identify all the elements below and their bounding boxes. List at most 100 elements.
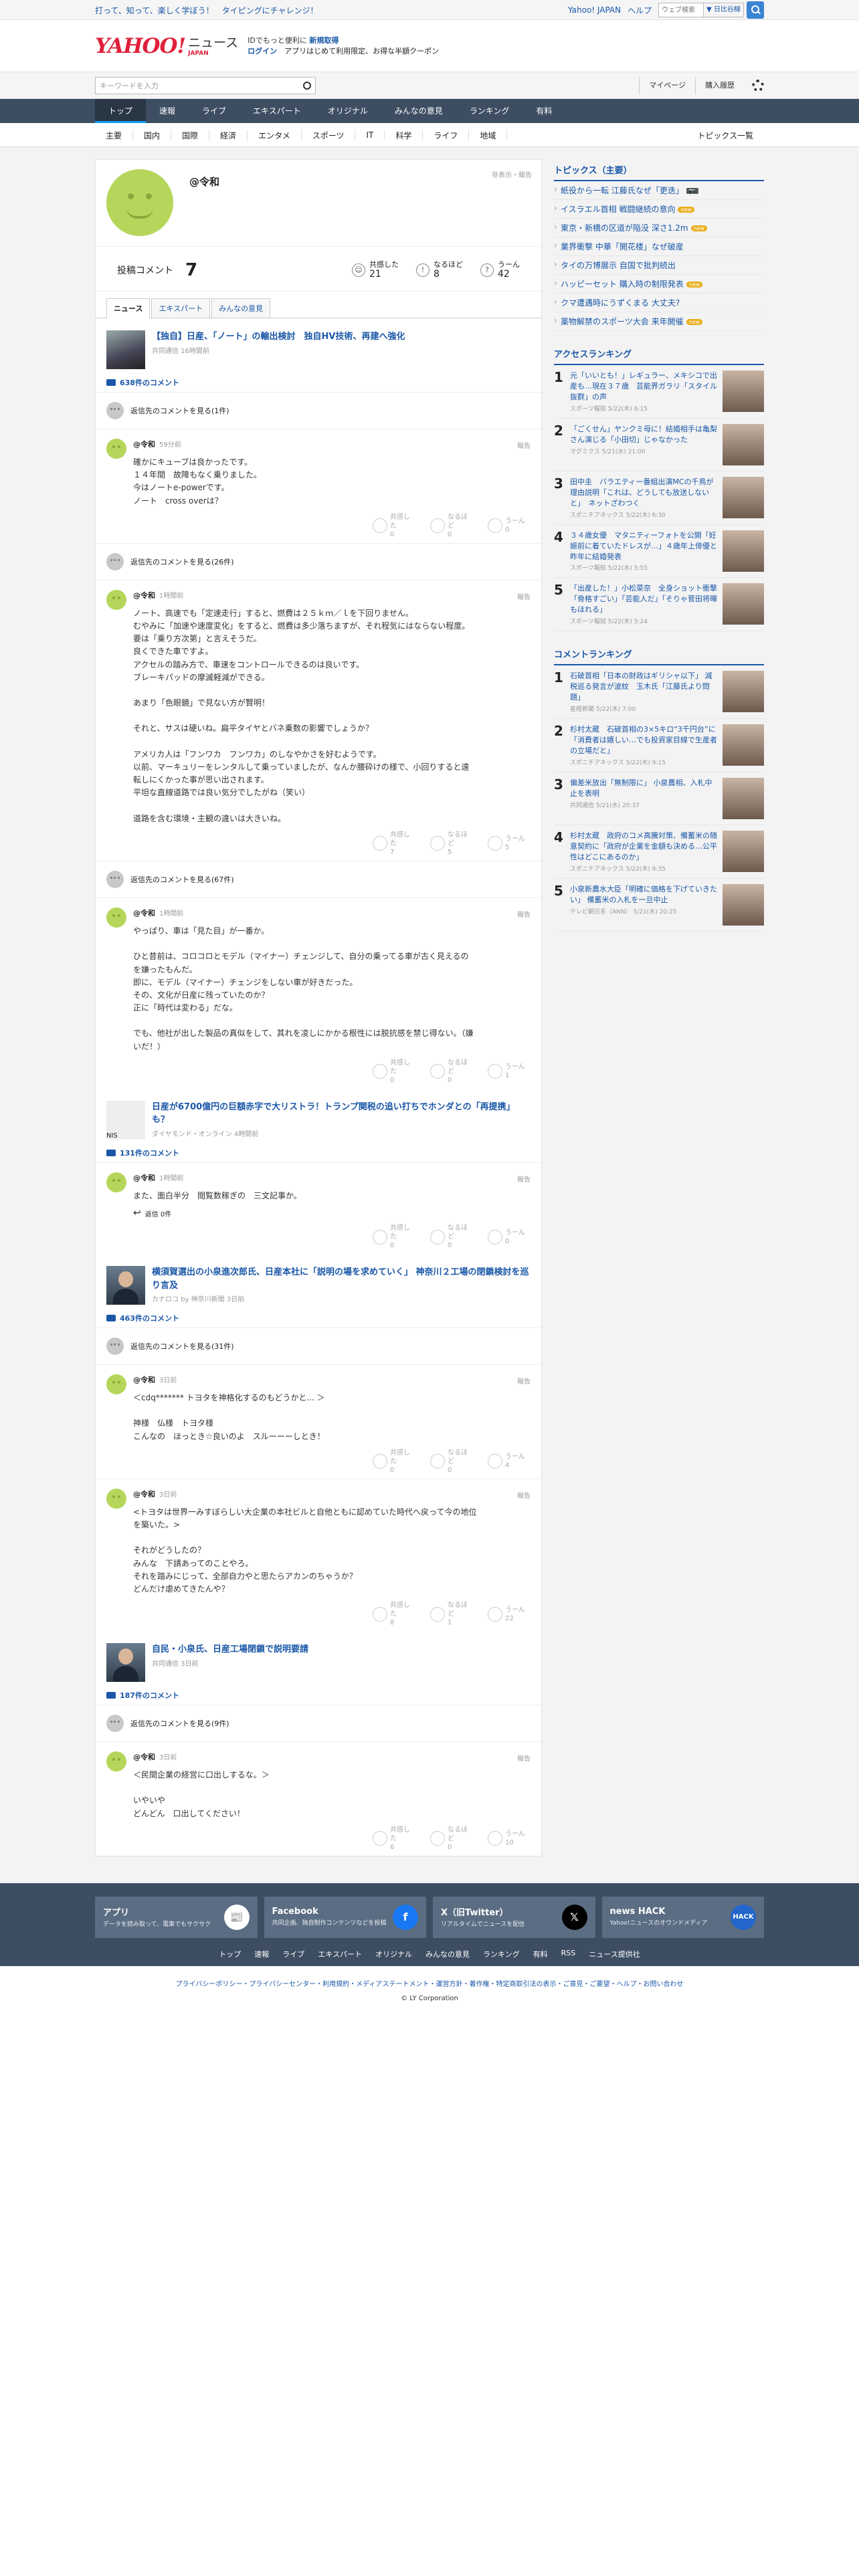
category-0[interactable]: 主要 — [95, 129, 134, 141]
ranking-title[interactable]: 「ごくせん」ヤンクミ母に！結婚相手は亀梨さん演じる「小田切」じゃなかった — [570, 424, 719, 445]
parent-comment-link[interactable]: 返信先のコメントを見る(26件) — [96, 542, 541, 580]
category-1[interactable]: 国内 — [133, 129, 172, 141]
article-title[interactable]: 自民・小泉氏、日産工場閉鎖で説明要請 — [152, 1643, 308, 1656]
nav-tab-7[interactable]: 有料 — [522, 99, 565, 123]
ranking-title[interactable]: 杉村太蔵 政府のコメ高騰対策、備蓄米の随意契約に「政府が企業を金額も決める…公平… — [570, 831, 719, 863]
hmm-button[interactable]: うーん 10 — [488, 1826, 531, 1852]
ranking-title[interactable]: 「出産した！」小松菜奈 全身ショット衝撃「骨格すごい」「芸能人だ」「そりゃ菅田将… — [570, 583, 719, 615]
footer-app-card[interactable]: X（旧Twitter） リアルタイムでニュースを配信 𝕏 — [433, 1896, 595, 1938]
ranking-title[interactable]: 田中圭 バラエティー番組出演MCの千鳥が理由説明「これは、どうしても放送しないと… — [570, 477, 719, 509]
article-card[interactable]: 横須賀選出の小泉進次郎氏、日産本社に「説明の場を求めていく」 神奈川２工場の閉鎖… — [96, 1254, 541, 1309]
topic-item[interactable]: ハッピーセット 購入時の制限発表new — [554, 275, 764, 294]
footer-link[interactable]: 有料 — [533, 1949, 548, 1959]
ranking-item[interactable]: 3 田中圭 バラエティー番組出演MCの千鳥が理由説明「これは、どうしても放送しない… — [554, 471, 764, 525]
footer-app-card[interactable]: news HACK Yahoo!ニュースのオウンドメディア HACK — [601, 1896, 764, 1938]
hmm-button[interactable]: うーん 4 — [488, 1448, 531, 1475]
keyword-search-input[interactable]: キーワードを入力 — [95, 77, 316, 94]
ranking-thumbnail[interactable] — [723, 724, 764, 766]
topics-list-link[interactable]: トピックス一覧 — [686, 130, 764, 141]
empathy-button[interactable]: 共感した 0 — [373, 1224, 415, 1250]
comment-count-link[interactable]: 463件のコメント — [96, 1309, 541, 1327]
naruhodo-button[interactable]: なるほど 0 — [430, 1826, 473, 1852]
category-6[interactable]: IT — [355, 130, 385, 140]
tab-1[interactable]: エキスパート — [151, 298, 211, 318]
report-link[interactable]: 報告 — [517, 440, 531, 450]
ranking-title[interactable]: 小泉新農水大臣「明確に価格を下げていきたい」 備蓄米の入札を一旦中止 — [570, 884, 719, 905]
category-4[interactable]: エンタメ — [248, 129, 302, 141]
parent-comment-link[interactable]: 返信先のコメントを見る(9件) — [96, 1705, 541, 1741]
ranking-item[interactable]: 4 ３４歳女優 マタニティーフォトを公開「妊娠前に着ていたドレスが…」４歳年上俳優… — [554, 525, 764, 578]
nav-tab-4[interactable]: オリジナル — [314, 99, 381, 123]
footer-app-card[interactable]: アプリ データを読み取って、電車でもサクサク 📰 — [95, 1896, 258, 1938]
empathy-button[interactable]: 共感した 8 — [373, 1601, 415, 1627]
report-link[interactable]: 報告 — [517, 1490, 531, 1500]
ranking-item[interactable]: 1 石破首相「日本の財政はギリシャ以下」 減税巡る発言が波紋 玉木氏「江藤氏より問… — [554, 665, 764, 720]
footer-link[interactable]: オリジナル — [375, 1949, 412, 1959]
purchase-history-link[interactable]: 購入履歴 — [695, 77, 744, 94]
ranking-title[interactable]: 偏差米放出「無制限に」 小泉農相、入札中止を表明 — [570, 778, 719, 799]
ranking-item[interactable]: 2 杉村太蔵 石破首相の3×5キロ“3千円台”に「消費者は嬉しい…でも投資家目線で… — [554, 719, 764, 772]
tab-0[interactable]: ニュース — [106, 298, 151, 318]
ranking-thumbnail[interactable] — [723, 883, 764, 926]
article-card[interactable]: NIS 日産が6700億円の巨額赤字で大リストラ！トランプ関税の追い打ちでホンダと… — [96, 1089, 541, 1144]
topic-item[interactable]: クマ遭遇時にうずくまる 大丈夫? — [554, 294, 764, 312]
search-icon[interactable] — [303, 82, 311, 90]
comment-count-link[interactable]: 638件のコメント — [96, 373, 541, 392]
empathy-button[interactable]: 共感した 7 — [373, 831, 415, 857]
ranking-thumbnail[interactable] — [723, 671, 764, 713]
nav-tab-5[interactable]: みんなの意見 — [381, 99, 456, 123]
parent-comment-link[interactable]: 返信先のコメントを見る(31件) — [96, 1327, 541, 1364]
parent-comment-link[interactable]: 返信先のコメントを見る(1件) — [96, 392, 541, 429]
article-card[interactable]: 【独自】日産、「ノート」の輸出検討 独自HV技術、再建へ強化 共同通信 16時間前 — [96, 318, 541, 373]
hmm-button[interactable]: うーん 0 — [488, 513, 531, 539]
ranking-thumbnail[interactable] — [723, 530, 764, 572]
nav-tab-0[interactable]: トップ — [95, 99, 147, 123]
promo-link[interactable]: 打って、知って、楽しく学ぼう！ タイピングにチャレンジ！ — [95, 5, 318, 16]
hmm-button[interactable]: うーん 5 — [488, 831, 531, 857]
nav-tab-1[interactable]: 速報 — [146, 99, 189, 123]
naruhodo-button[interactable]: なるほど 0 — [430, 1448, 473, 1475]
empathy-button[interactable]: 共感した 6 — [373, 1826, 415, 1852]
topic-item[interactable]: タイの万博展示 自国で批判続出 — [554, 256, 764, 275]
ranking-title[interactable]: 石破首相「日本の財政はギリシャ以下」 減税巡る発言が波紋 玉木氏「江藤氏より問題… — [570, 671, 719, 703]
web-search-input[interactable] — [658, 3, 704, 17]
empathy-button[interactable]: 共感した 0 — [373, 1448, 415, 1475]
topic-item[interactable]: 業界衝撃 中華「開花楼」なぜ破産 — [554, 237, 764, 256]
ranking-title[interactable]: 杉村太蔵 石破首相の3×5キロ“3千円台”に「消費者は嬉しい…でも投資家目線で生… — [570, 724, 719, 756]
naruhodo-button[interactable]: なるほど 5 — [430, 831, 473, 857]
mypage-link[interactable]: マイページ — [639, 77, 695, 94]
article-thumbnail[interactable] — [106, 1266, 145, 1305]
footer-app-card[interactable]: Facebook 共同企画、独自制作コンテンツなどを投稿 f — [264, 1896, 426, 1938]
category-7[interactable]: 科学 — [385, 129, 423, 141]
nav-tab-6[interactable]: ランキング — [456, 99, 523, 123]
naruhodo-button[interactable]: なるほど 0 — [430, 1059, 473, 1085]
search-selector[interactable]: ▼ 日比谷線 — [704, 3, 744, 17]
category-9[interactable]: 地域 — [469, 129, 508, 141]
topic-item[interactable]: 東京・新橋の区道が陥没 深さ1.2mnew — [554, 219, 764, 237]
nav-tab-2[interactable]: ライブ — [189, 99, 240, 123]
category-3[interactable]: 経済 — [209, 129, 248, 141]
gear-icon[interactable] — [752, 80, 764, 92]
ranking-item[interactable]: 2 「ごくせん」ヤンクミ母に！結婚相手は亀梨さん演じる「小田切」じゃなかった マグミ… — [554, 419, 764, 471]
hmm-button[interactable]: うーん 1 — [488, 1059, 531, 1085]
naruhodo-button[interactable]: なるほど 1 — [430, 1601, 473, 1627]
yahoo-news-logo[interactable]: YAHOO! ニュース JAPAN — [95, 35, 238, 57]
footer-link[interactable]: 速報 — [254, 1949, 269, 1959]
article-thumbnail[interactable] — [106, 330, 145, 369]
nav-tab-3[interactable]: エキスパート — [240, 99, 314, 123]
tab-2[interactable]: みんなの意見 — [211, 298, 271, 318]
topic-item[interactable]: イスラエル首相 戦闘継続の意向new — [554, 200, 764, 219]
hmm-button[interactable]: うーん 22 — [488, 1601, 531, 1627]
ranking-thumbnail[interactable] — [723, 370, 764, 412]
ranking-item[interactable]: 4 杉村太蔵 政府のコメ高騰対策、備蓄米の随意契約に「政府が企業を金額も決める…公… — [554, 825, 764, 879]
reply-button[interactable]: ↩ 返信 0件 — [133, 1208, 531, 1218]
ranking-thumbnail[interactable] — [723, 830, 764, 872]
empathy-button[interactable]: 共感した 0 — [373, 513, 415, 539]
article-card[interactable]: 自民・小泉氏、日産工場閉鎖で説明要請 共同通信 3日前 — [96, 1631, 541, 1686]
register-link[interactable]: 新規取得 — [309, 36, 339, 45]
report-link[interactable]: 報告 — [517, 1753, 531, 1763]
ranking-thumbnail[interactable] — [723, 777, 764, 819]
report-link[interactable]: 報告 — [517, 1174, 531, 1184]
category-5[interactable]: スポーツ — [302, 129, 356, 141]
topic-item[interactable]: 紙役から一転 江藤氏なぜ「更迭」📷 — [554, 181, 764, 200]
